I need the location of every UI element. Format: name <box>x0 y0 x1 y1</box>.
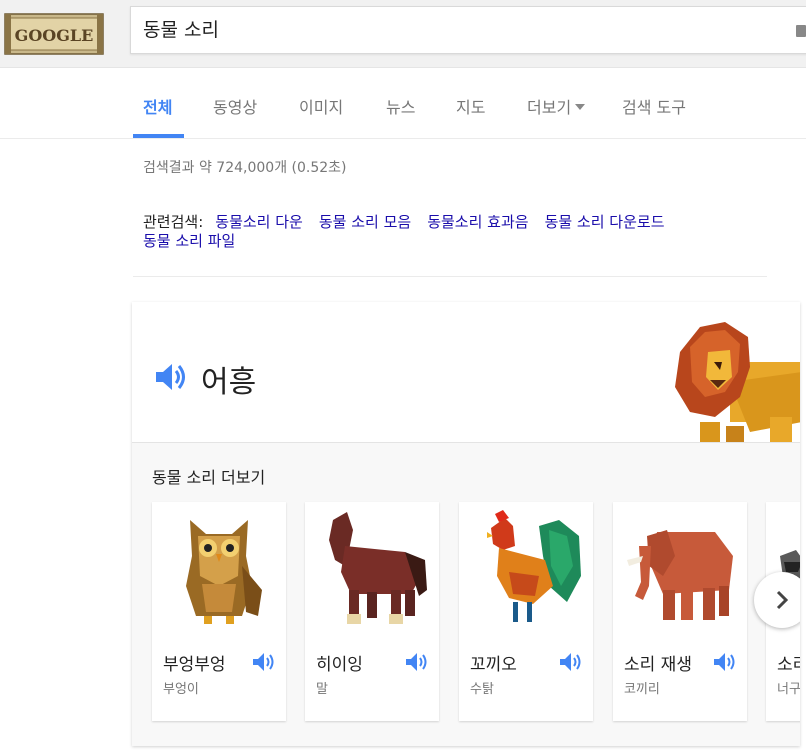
more-sounds-title: 동물 소리 더보기 <box>152 468 266 487</box>
chevron-right-icon <box>776 590 789 610</box>
animal-name: 말 <box>316 682 328 697</box>
active-tab-indicator <box>133 134 184 138</box>
animal-sound-name: 꼬끼오 <box>470 655 517 675</box>
search-input[interactable] <box>143 17 743 39</box>
animal-name: 코끼리 <box>624 682 660 697</box>
related-link[interactable]: 동물소리 효과음 <box>427 213 528 231</box>
animal-name: 부엉이 <box>163 682 199 697</box>
tab-more[interactable]: 더보기 <box>527 94 586 118</box>
animal-sound-name: 히이잉 <box>316 655 363 675</box>
animal-card-owl[interactable]: 부엉부엉 부엉이 <box>152 502 286 721</box>
speaker-icon[interactable] <box>252 652 276 672</box>
tab-maps[interactable]: 지도 <box>456 94 485 118</box>
speaker-icon[interactable] <box>154 362 188 392</box>
doodle-icon: GOOGLE <box>4 13 104 55</box>
caret-down-icon <box>575 103 586 110</box>
divider <box>133 276 767 277</box>
animal-name: 너구 <box>777 682 800 697</box>
header: GOOGLE <box>0 0 806 68</box>
rooster-illustration <box>487 510 581 622</box>
lion-illustration <box>675 322 800 442</box>
speaker-icon[interactable] <box>559 652 583 672</box>
animal-card-horse[interactable]: 히이잉 말 <box>305 502 439 721</box>
keyboard-icon[interactable] <box>796 25 806 37</box>
animal-name: 수탉 <box>470 682 494 697</box>
tab-all[interactable]: 전체 <box>143 94 172 118</box>
owl-illustration <box>186 520 262 624</box>
search-tabs: 전체 동영상 이미지 뉴스 지도 더보기 검색 도구 <box>0 68 806 139</box>
animal-sound-name: 부엉부엉 <box>163 655 226 675</box>
related-label: 관련검색: <box>143 213 204 231</box>
related-link[interactable]: 동물 소리 다운로드 <box>545 213 665 231</box>
tab-videos[interactable]: 동영상 <box>213 94 257 118</box>
horse-illustration <box>329 512 427 624</box>
animal-sound-name: 소리 재생 <box>624 655 692 675</box>
animal-sound-name: 소리 <box>777 655 800 675</box>
speaker-icon[interactable] <box>405 652 429 672</box>
related-searches: 관련검색: 동물소리 다운 동물 소리 모음 동물소리 효과음 동물 소리 다운로드동물… <box>143 213 763 251</box>
google-doodle-logo[interactable]: GOOGLE <box>4 10 104 58</box>
related-link[interactable]: 동물 소리 파일 <box>143 232 235 250</box>
animal-card-rooster[interactable]: 꼬끼오 수탉 <box>459 502 593 721</box>
tab-images[interactable]: 이미지 <box>299 94 343 118</box>
related-link[interactable]: 동물 소리 모음 <box>319 213 411 231</box>
elephant-illustration <box>627 530 733 620</box>
search-box <box>130 6 806 54</box>
speaker-icon[interactable] <box>713 652 737 672</box>
sound-word: 어흥 <box>201 365 257 400</box>
next-button[interactable] <box>754 572 800 628</box>
tab-news[interactable]: 뉴스 <box>386 94 415 118</box>
tab-search-tools[interactable]: 검색 도구 <box>622 94 686 118</box>
tab-more-label: 더보기 <box>527 98 572 117</box>
animal-sound-card: 어흥 동물 소리 더보기 부엉부엉 부엉이 히이잉 말 꼬끼오 수탉 소리 재생… <box>132 302 800 746</box>
svg-text:GOOGLE: GOOGLE <box>15 26 94 45</box>
sound-header: 어흥 <box>132 302 800 443</box>
related-link[interactable]: 동물소리 다운 <box>215 213 303 231</box>
result-stats: 검색결과 약 724,000개 (0.52초) <box>143 160 347 176</box>
animal-card-elephant[interactable]: 소리 재생 코끼리 <box>613 502 747 721</box>
